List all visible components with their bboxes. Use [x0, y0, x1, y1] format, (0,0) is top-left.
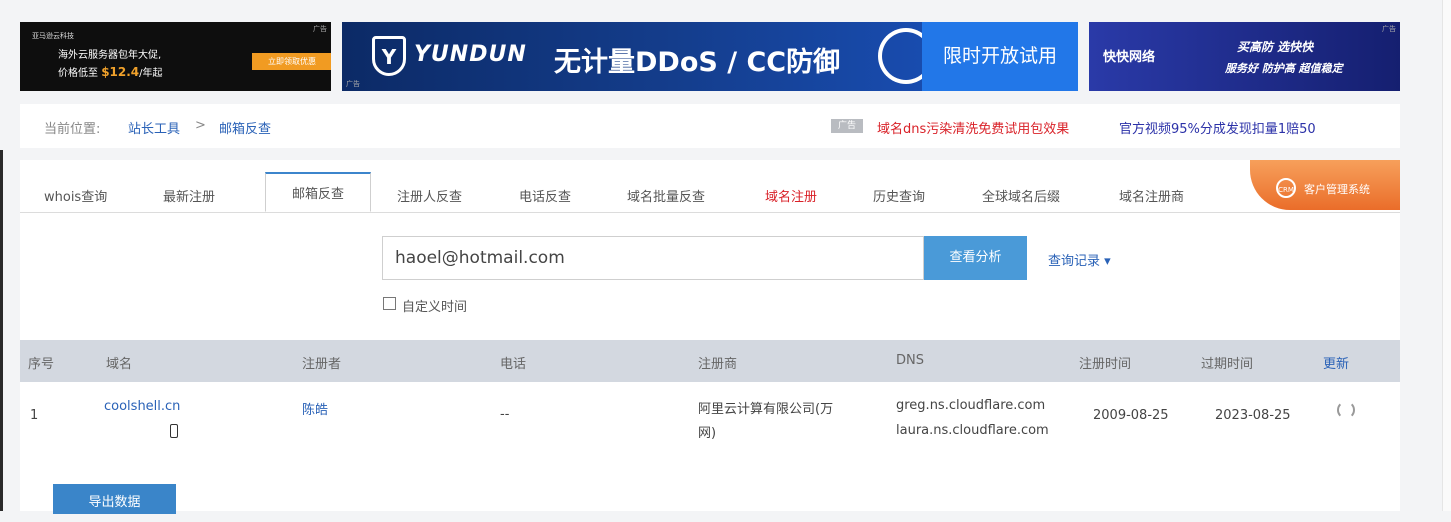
promo-link-dns[interactable]: 域名dns污染清洗免费试用包效果 [877, 118, 1069, 137]
table-row: 1 coolshell.cn 陈皓 -- 阿里云计算有限公司(万 网) greg… [20, 382, 1400, 452]
breadcrumb-separator: > [195, 118, 206, 133]
ad-trial-button[interactable]: 限时开放试用 [922, 22, 1078, 91]
registrar-value-line2: 网) [698, 426, 717, 441]
tab-domain-register[interactable]: 域名注册 [765, 186, 817, 205]
ad-banner-kuaikuai[interactable]: 快快网络 买高防 选快快 服务好 防护高 超值稳定 广告 [1089, 22, 1400, 91]
custom-time-checkbox[interactable] [383, 297, 396, 310]
breadcrumb: 当前位置: 站长工具 > 邮箱反查 广告 域名dns污染清洗免费试用包效果 官方… [20, 104, 1400, 148]
tab-registrant-reverse[interactable]: 注册人反查 [397, 186, 462, 205]
tab-global-suffix[interactable]: 全球域名后缀 [982, 186, 1060, 205]
crm-label: 客户管理系统 [1304, 183, 1370, 196]
crm-icon: CRM [1276, 178, 1296, 198]
tab-batch-reverse[interactable]: 域名批量反查 [627, 186, 705, 205]
ad-slogan: 无计量DDoS / CC防御 [554, 47, 841, 78]
col-registrar: 注册商 [698, 357, 738, 372]
crm-button[interactable]: CRM 客户管理系统 [1250, 160, 1400, 210]
created-date: 2009-08-25 [1093, 408, 1169, 423]
ad-line1: 海外云服务器包年大促, [58, 50, 162, 61]
expires-date: 2023-08-25 [1215, 408, 1291, 423]
col-dns: DNS [896, 353, 924, 368]
dns-value-1: greg.ns.cloudflare.com [896, 398, 1046, 413]
analyze-button[interactable]: 查看分析 [924, 236, 1027, 280]
tab-email-reverse[interactable]: 邮箱反查 [265, 172, 371, 212]
tab-latest-registered[interactable]: 最新注册 [163, 186, 215, 205]
shield-icon: Y [372, 36, 406, 76]
main-panel: whois查询 最新注册 邮箱反查 注册人反查 电话反查 域名批量反查 域名注册… [20, 160, 1400, 514]
ad-banner-yundun[interactable]: Y YUNDUN 无计量DDoS / CC防御 限时开放试用 广告 [342, 22, 1078, 91]
col-registrant: 注册者 [302, 357, 342, 372]
custom-time-label: 自定义时间 [402, 300, 468, 315]
col-domain: 域名 [106, 357, 133, 372]
ad-brand: 快快网络 [1103, 50, 1156, 65]
col-created: 注册时间 [1079, 357, 1132, 372]
tab-registrars[interactable]: 域名注册商 [1119, 186, 1184, 205]
registrar-value-line1: 阿里云计算有限公司(万 [698, 402, 834, 417]
ad-banner-cloud[interactable]: 亚马逊云科技 海外云服务器包年大促, 价格低至 $12.4/年起 立即领取优惠 … [20, 22, 331, 91]
breadcrumb-link-tools[interactable]: 站长工具 [128, 118, 180, 137]
query-history-dropdown[interactable]: 查询记录 ▾ [1048, 250, 1111, 269]
tab-bar: whois查询 最新注册 邮箱反查 注册人反查 电话反查 域名批量反查 域名注册… [20, 160, 1400, 213]
mouse-cursor-icon [170, 424, 178, 438]
breadcrumb-current[interactable]: 邮箱反查 [219, 118, 271, 137]
ad-cta-button[interactable]: 立即领取优惠 [252, 53, 331, 70]
scrollbar[interactable] [1442, 0, 1451, 511]
ad-line1: 买高防 选快快 [1237, 40, 1314, 54]
left-edge [0, 150, 3, 511]
ad-tag: 广告 [346, 80, 360, 88]
dns-value-2: laura.ns.cloudflare.com [896, 423, 1049, 438]
registrant-link[interactable]: 陈皓 [302, 399, 328, 418]
tab-phone-reverse[interactable]: 电话反查 [519, 186, 571, 205]
ad-badge: 广告 [831, 119, 863, 133]
table-header: 序号 域名 注册者 电话 注册商 DNS 注册时间 过期时间 更新 [20, 340, 1400, 382]
refresh-icon[interactable] [1337, 401, 1355, 419]
promo-link-video[interactable]: 官方视频95%分成发现扣量1赔50 [1119, 118, 1316, 137]
breadcrumb-label: 当前位置: [44, 122, 101, 137]
col-update[interactable]: 更新 [1323, 353, 1349, 372]
tab-whois[interactable]: whois查询 [44, 186, 107, 205]
phone-value: -- [500, 407, 510, 422]
col-index: 序号 [28, 357, 55, 372]
domain-link[interactable]: coolshell.cn [104, 399, 180, 414]
ad-logo: 亚马逊云科技 [32, 32, 74, 40]
ad-line2: 服务好 防护高 超值稳定 [1225, 62, 1343, 75]
col-expires: 过期时间 [1201, 357, 1254, 372]
ad-tag: 广告 [1382, 25, 1396, 33]
row-index: 1 [30, 408, 39, 423]
col-phone: 电话 [500, 357, 527, 372]
ad-line2: 价格低至 $12.4/年起 [58, 65, 163, 79]
tab-history[interactable]: 历史查询 [873, 186, 925, 205]
export-data-button[interactable]: 导出数据 [53, 484, 176, 514]
ad-brand: YUNDUN [414, 42, 527, 67]
search-input[interactable]: haoel@hotmail.com [382, 236, 924, 280]
ad-tag: 广告 [313, 25, 327, 33]
